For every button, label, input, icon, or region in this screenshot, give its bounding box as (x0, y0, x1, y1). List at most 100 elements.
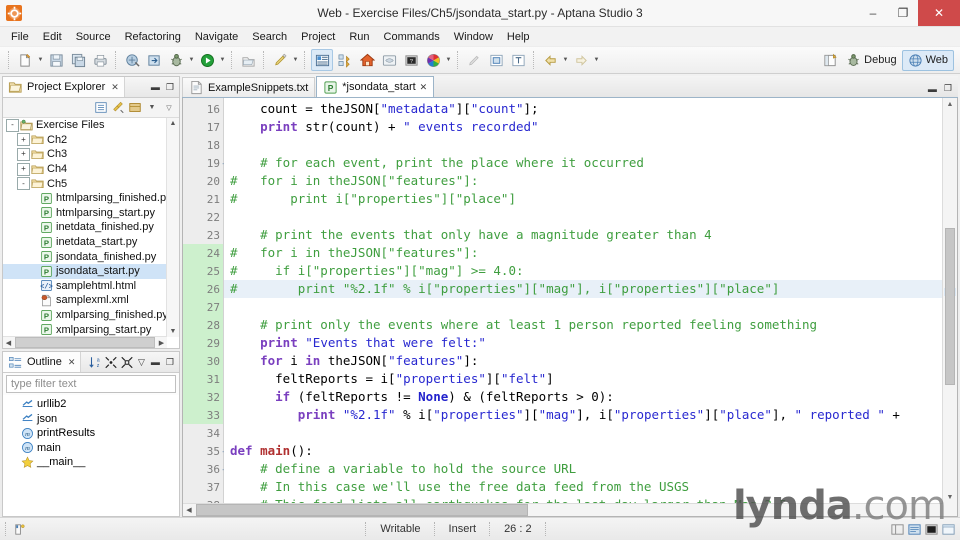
menu-navigate[interactable]: Navigate (188, 29, 245, 45)
scroll-right-icon[interactable]: ▶ (156, 339, 167, 347)
terminal-view-icon[interactable] (924, 522, 939, 537)
tree-item[interactable]: - Exercise Files (3, 118, 167, 133)
open-type-button[interactable] (238, 50, 258, 70)
code-line[interactable]: # print the events that only have a magn… (224, 226, 957, 244)
close-icon[interactable]: ✕ (420, 82, 428, 93)
menu-commands[interactable]: Commands (377, 29, 447, 45)
scroll-down-icon[interactable]: ▼ (167, 326, 179, 337)
tree-item[interactable]: Phtmlparsing_finished.py (3, 191, 167, 206)
tree-item[interactable]: Pinetdata_start.py (3, 235, 167, 250)
code-line[interactable] (224, 136, 957, 154)
code-line[interactable]: if (feltReports != None) & (feltReports … (224, 388, 957, 406)
back-dropdown-caret[interactable]: ▼ (561, 50, 570, 70)
back-button[interactable] (540, 50, 560, 70)
tree-item[interactable]: Pinetdata_finished.py (3, 220, 167, 235)
color-picker-button[interactable] (423, 50, 443, 70)
collapse-all-icon[interactable] (94, 101, 108, 115)
tree-item[interactable]: + Ch4 (3, 162, 167, 177)
close-button[interactable]: ✕ (918, 0, 960, 26)
code-editor[interactable]: 16 17 18 19- 20 21 22 23 24252627282930313233 34 3… (182, 98, 958, 540)
tree-item[interactable]: Pjsondata_start.py (3, 263, 167, 279)
menu-window[interactable]: Window (447, 29, 500, 45)
forward-dropdown-caret[interactable]: ▼ (592, 50, 601, 70)
menu-source[interactable]: Source (69, 29, 118, 45)
hscroll-thumb[interactable] (15, 337, 155, 348)
tab-project-explorer[interactable]: Project Explorer ✕ (3, 77, 125, 97)
maximize-icon[interactable]: ❐ (164, 82, 176, 93)
menu-project[interactable]: Project (294, 29, 342, 45)
code-line[interactable]: # define a variable to hold the source U… (224, 460, 957, 478)
hscroll-thumb[interactable] (196, 504, 528, 516)
collapse-icon[interactable]: - (17, 177, 30, 191)
code-line[interactable]: # for each event, print the place where … (224, 154, 957, 172)
expand-icon[interactable]: + (17, 147, 30, 161)
restore-view-icon[interactable] (941, 522, 956, 537)
chevron-down-icon[interactable]: ▼ (145, 101, 159, 115)
toggle-explorer-button[interactable] (311, 49, 333, 71)
code-line[interactable]: print str(count) + " events recorded" (224, 118, 957, 136)
code-line[interactable]: # if i["properties"]["mag"] >= 4.0: (224, 262, 957, 280)
scroll-left-icon[interactable]: ◀ (3, 339, 14, 347)
minimize-button[interactable]: – (858, 0, 888, 26)
outline-item[interactable]: urllib2 (3, 397, 179, 412)
save-button[interactable] (46, 50, 66, 70)
tree-item[interactable]: Phtmlparsing_start.py (3, 206, 167, 221)
toggle-block-selection-button[interactable] (486, 50, 506, 70)
forward-button[interactable] (571, 50, 591, 70)
code-line[interactable]: print "%2.1f" % i["properties"]["mag"], … (224, 406, 957, 424)
code-text-area[interactable]: count = theJSON["metadata"]["count"]; pr… (224, 98, 957, 516)
minimize-icon[interactable]: ▬ (149, 82, 162, 92)
project-tree[interactable]: - Exercise Files + Ch2 + Ch3 + Ch4- Ch5 Phtmlpars… (3, 118, 179, 348)
code-line[interactable] (224, 208, 957, 226)
code-line[interactable]: for i in theJSON["features"]: (224, 352, 957, 370)
vscroll-thumb[interactable] (945, 228, 955, 385)
maximize-button[interactable]: ❐ (888, 0, 918, 26)
scroll-down-icon[interactable]: ▼ (943, 491, 957, 504)
close-icon[interactable]: ✕ (68, 357, 76, 368)
terminal-button[interactable]: ? (401, 50, 421, 70)
view-menu-icon[interactable] (128, 101, 142, 115)
new-file-button[interactable] (15, 50, 35, 70)
collapse-all-icon[interactable] (104, 355, 118, 369)
code-line[interactable]: count = theJSON["metadata"]["count"]; (224, 100, 957, 118)
link-with-editor-icon[interactable] (111, 101, 125, 115)
code-line[interactable] (224, 298, 957, 316)
save-all-button[interactable] (68, 50, 88, 70)
code-line[interactable]: # print i["properties"]["place"] (224, 190, 957, 208)
editor-vscrollbar[interactable]: ▲ ▼ (942, 98, 957, 516)
layout-icon[interactable] (890, 522, 905, 537)
editor-tab-examplesnippets[interactable]: ExampleSnippets.txt (182, 77, 316, 97)
run-button[interactable] (197, 50, 217, 70)
menu-edit[interactable]: Edit (36, 29, 69, 45)
perspective-web[interactable]: Web (901, 49, 954, 71)
search-button[interactable] (270, 50, 290, 70)
outline-item[interactable]: m printResults (3, 426, 179, 441)
debug-button[interactable] (166, 50, 186, 70)
code-line[interactable]: # print only the events where at least 1… (224, 316, 957, 334)
import-button[interactable] (144, 50, 164, 70)
outline-list[interactable]: urllib2 json m printResults m main __main__ (3, 395, 179, 516)
show-whitespace-button[interactable] (508, 50, 528, 70)
code-line[interactable]: # for i in theJSON["features"]: (224, 244, 957, 262)
tree-item[interactable]: Pjsondata_finished.py (3, 249, 167, 264)
close-icon[interactable]: ✕ (111, 82, 119, 93)
outline-item[interactable]: json (3, 412, 179, 427)
editor-tab-jsondata-start[interactable]: P *jsondata_start ✕ (316, 76, 435, 97)
collapse-icon[interactable]: - (6, 118, 19, 132)
print-button[interactable] (90, 50, 110, 70)
sort-alphabetically-icon[interactable]: az (88, 355, 102, 369)
perspective-debug[interactable]: Debug (841, 51, 901, 70)
menu-refactoring[interactable]: Refactoring (118, 29, 188, 45)
home-button[interactable] (357, 50, 377, 70)
editor-hscrollbar[interactable]: ◀ (183, 503, 943, 516)
menu-run[interactable]: Run (342, 29, 376, 45)
open-perspective-icon[interactable] (820, 50, 840, 70)
color-dropdown-caret[interactable]: ▼ (444, 50, 453, 70)
code-line[interactable]: print "Events that were felt:" (224, 334, 957, 352)
menu-search[interactable]: Search (245, 29, 294, 45)
view-menu-arrow-icon[interactable]: ▽ (136, 357, 147, 368)
maximize-icon[interactable]: ❐ (942, 83, 954, 94)
code-line[interactable] (224, 424, 957, 442)
tree-item[interactable]: + Ch2 (3, 133, 167, 148)
code-line[interactable]: def main(): (224, 442, 957, 460)
